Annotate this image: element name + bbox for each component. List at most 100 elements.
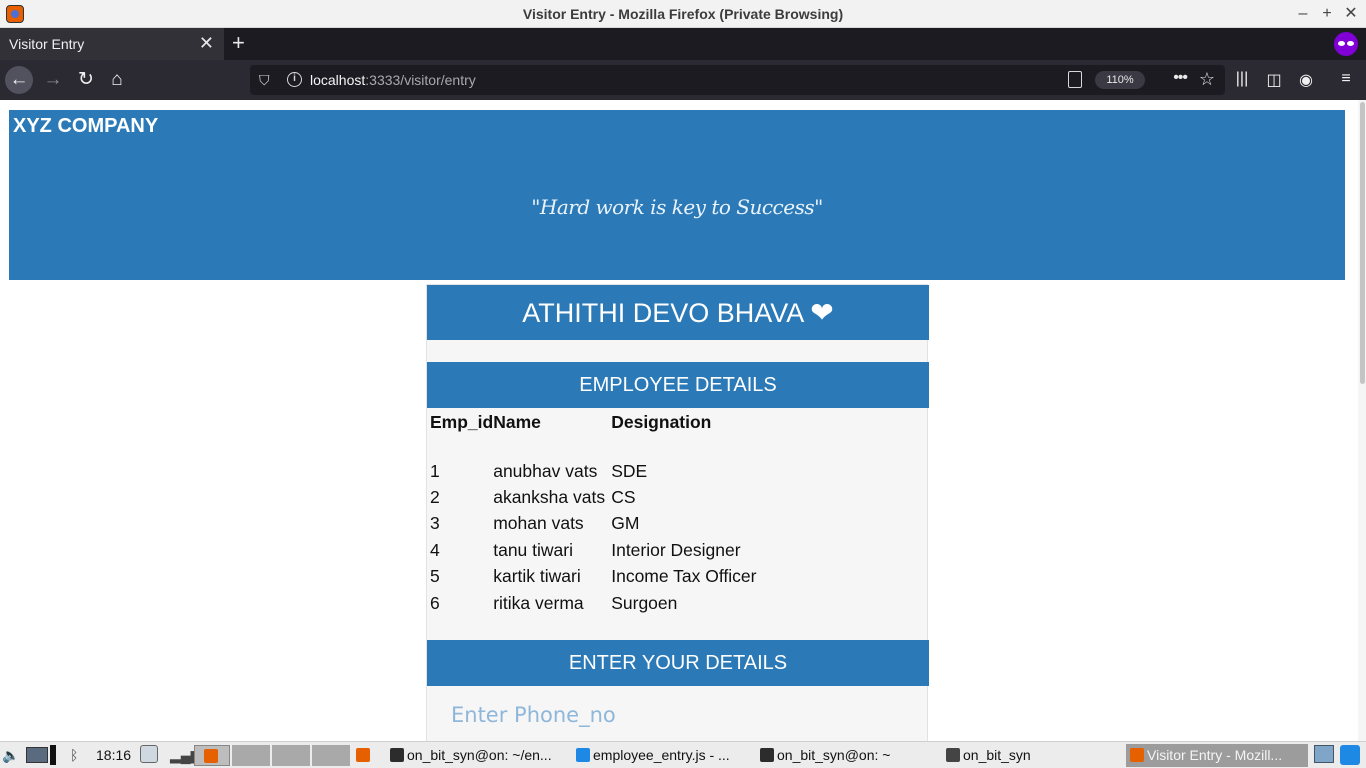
workspace-2[interactable] — [232, 745, 270, 766]
emp-name-cell: ritika verma — [493, 592, 584, 613]
task-firefox-active[interactable]: Visitor Entry - Mozill... — [1126, 744, 1308, 767]
emp-name-cell: akanksha vats — [493, 487, 606, 508]
bluetooth-icon[interactable]: ᛒ — [70, 745, 78, 766]
welcome-banner: ATHITHI DEVO BHAVA ❤ — [427, 285, 929, 340]
table-header-row: Emp_id Name Designation — [430, 410, 756, 434]
show-desktop-icon[interactable] — [1314, 745, 1334, 763]
bookmark-star-icon[interactable]: ☆ — [1199, 69, 1215, 90]
emp-id-cell: 4 — [430, 539, 440, 560]
company-header: XYZ COMPANY "Hard work is key to Success… — [9, 110, 1345, 280]
phone-input[interactable] — [451, 699, 911, 731]
battery-icon — [50, 745, 56, 765]
url-text[interactable]: localhost:3333/visitor/entry — [310, 72, 476, 88]
table-row: 6 ritika verma Surgoen — [430, 590, 756, 616]
reload-icon[interactable]: ↻ — [72, 66, 100, 94]
table-row: 2 akanksha vats CS — [430, 484, 756, 510]
company-name: XYZ COMPANY — [13, 115, 159, 137]
employee-table: Emp_id Name Designation 1 anubhav vats S… — [430, 410, 756, 616]
task-label: on_bit_syn — [963, 747, 1031, 763]
task-vscode[interactable]: employee_entry.js - ... — [576, 745, 730, 766]
header-name: Name — [493, 411, 541, 432]
window-title: Visitor Entry - Mozilla Firefox (Private… — [522, 6, 844, 22]
emp-name-cell: kartik tiwari — [493, 566, 581, 587]
monitor-icon[interactable] — [26, 747, 48, 763]
emp-designation-cell: SDE — [611, 460, 648, 481]
emp-id-cell: 6 — [430, 592, 440, 613]
table-row: 1 anubhav vats SDE — [430, 458, 756, 484]
tab-visitor-entry[interactable]: Visitor Entry ✕ — [0, 28, 224, 60]
page-viewport: XYZ COMPANY "Hard work is key to Success… — [0, 100, 1366, 741]
workspace-4[interactable] — [312, 745, 350, 766]
private-browsing-icon — [1334, 32, 1358, 56]
emp-designation-cell: Surgoen — [611, 592, 678, 613]
url-bar[interactable]: ⛉ i localhost:3333/visitor/entry 110% ••… — [250, 65, 1225, 95]
minimize-icon[interactable]: – — [1292, 3, 1314, 25]
task-label: on_bit_syn@on: ~/en... — [407, 747, 552, 763]
scrollbar-thumb[interactable] — [1360, 102, 1365, 384]
tab-title: Visitor Entry — [9, 36, 85, 52]
new-tab-icon[interactable]: + — [232, 30, 245, 56]
back-icon[interactable]: ← — [5, 66, 33, 94]
task-file-manager[interactable]: on_bit_syn — [946, 745, 1031, 766]
os-taskbar: 🔈 ᛒ 18:16 ▂▄▆ on_bit_syn@on: ~/en... emp… — [0, 741, 1366, 768]
emp-id-cell: 1 — [430, 460, 440, 481]
page-scrollbar[interactable] — [1358, 100, 1366, 741]
terminal-icon — [390, 748, 404, 762]
folder-icon — [946, 748, 960, 762]
table-row: 5 kartik tiwari Income Tax Officer — [430, 564, 756, 590]
reader-view-icon[interactable] — [1068, 71, 1082, 88]
emp-designation-cell: CS — [611, 487, 636, 508]
task-terminal-1[interactable]: on_bit_syn@on: ~/en... — [390, 745, 552, 766]
emp-id-cell: 5 — [430, 566, 440, 587]
volume-icon[interactable]: 🔈 — [2, 745, 19, 766]
emp-designation-cell: Interior Designer — [611, 539, 741, 560]
visitor-card: ATHITHI DEVO BHAVA ❤ EMPLOYEE DETAILS Em… — [426, 284, 929, 741]
firefox-icon — [356, 748, 370, 762]
home-icon[interactable]: ⌂ — [103, 66, 131, 94]
update-icon[interactable] — [140, 745, 158, 763]
heart-icon: ❤ — [810, 297, 834, 328]
navigation-toolbar: ← → ↻ ⌂ ⛉ i localhost:3333/visitor/entry… — [0, 60, 1366, 100]
close-tab-icon[interactable]: ✕ — [199, 33, 214, 54]
tab-strip: Visitor Entry ✕ + — [0, 28, 1366, 60]
vscode-tray-icon[interactable] — [1340, 745, 1360, 765]
emp-name-cell: tanu tiwari — [493, 539, 573, 560]
task-label: employee_entry.js - ... — [593, 747, 730, 763]
table-row: 3 mohan vats GM — [430, 511, 756, 537]
task-label: on_bit_syn@on: ~ — [777, 747, 891, 763]
firefox-launcher[interactable] — [356, 745, 373, 766]
emp-designation-cell: Income Tax Officer — [611, 566, 757, 587]
emp-name-cell: mohan vats — [493, 513, 584, 534]
workspace-3[interactable] — [272, 745, 310, 766]
library-icon[interactable]: ||| — [1232, 70, 1252, 88]
menu-icon[interactable]: ≡ — [1336, 70, 1356, 88]
vscode-icon — [576, 748, 590, 762]
enter-details-heading: ENTER YOUR DETAILS — [427, 640, 929, 686]
employee-details-heading: EMPLOYEE DETAILS — [427, 362, 929, 408]
emp-id-cell: 3 — [430, 513, 440, 534]
table-spacer-row — [430, 434, 756, 458]
zoom-level[interactable]: 110% — [1095, 71, 1145, 89]
forward-icon[interactable]: → — [39, 66, 67, 94]
terminal-icon — [760, 748, 774, 762]
header-emp-id: Emp_id — [430, 411, 494, 432]
site-info-icon[interactable]: i — [287, 72, 302, 87]
emp-name-cell: anubhav vats — [493, 460, 598, 481]
clock[interactable]: 18:16 — [96, 745, 131, 766]
header-designation: Designation — [611, 411, 712, 432]
url-path: :3333/visitor/entry — [365, 72, 476, 88]
emp-designation-cell: GM — [611, 513, 640, 534]
sidebar-icon[interactable]: ◫ — [1264, 70, 1284, 90]
firefox-icon — [1130, 748, 1144, 762]
close-window-icon[interactable]: ✕ — [1340, 3, 1362, 25]
account-icon[interactable]: ◉ — [1296, 70, 1316, 90]
workspace-1[interactable] — [194, 745, 230, 766]
welcome-text: ATHITHI DEVO BHAVA — [522, 298, 803, 328]
emp-id-cell: 2 — [430, 487, 440, 508]
tracking-shield-icon[interactable]: ⛉ — [259, 72, 270, 89]
firefox-icon — [204, 749, 218, 763]
task-label: Visitor Entry - Mozill... — [1147, 747, 1283, 763]
maximize-icon[interactable]: + — [1316, 3, 1338, 25]
page-actions-icon[interactable]: ••• — [1173, 69, 1188, 87]
task-terminal-2[interactable]: on_bit_syn@on: ~ — [760, 745, 890, 766]
